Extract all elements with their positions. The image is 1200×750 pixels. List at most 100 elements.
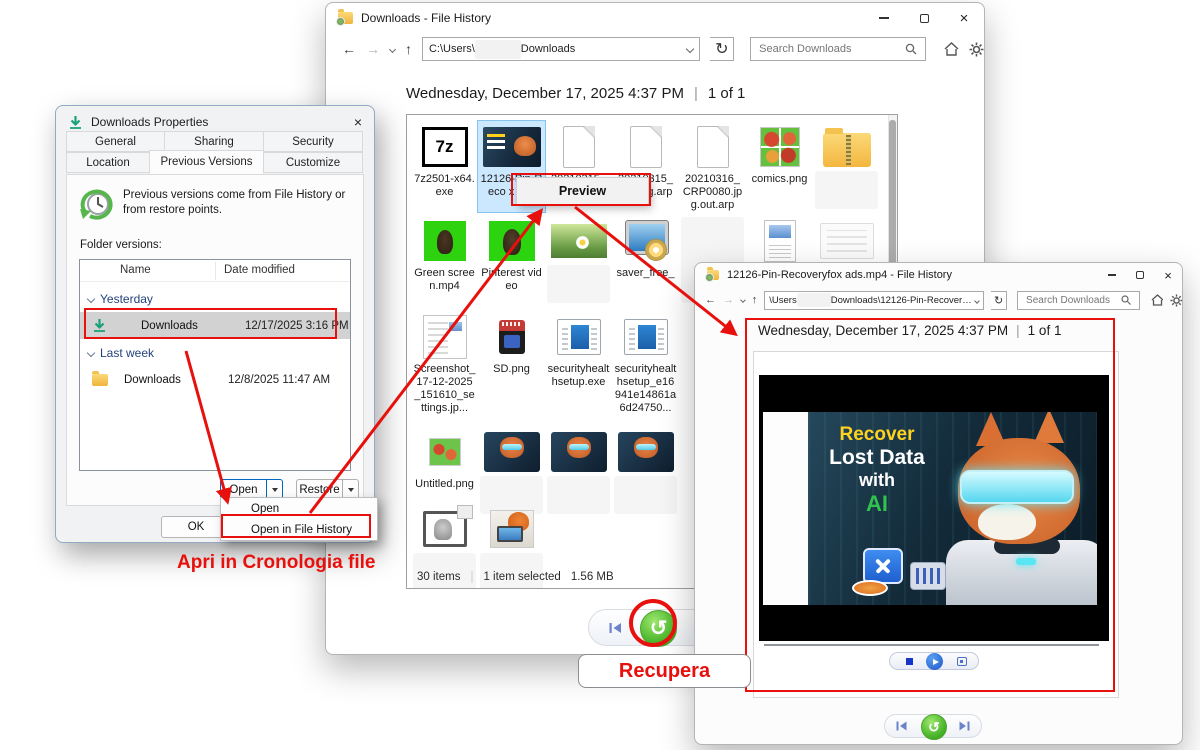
minimize-button[interactable] — [1098, 263, 1126, 287]
refresh-button[interactable]: ↻ — [710, 37, 735, 61]
file-item[interactable]: comics.png — [746, 121, 813, 212]
redaction-blur — [474, 39, 521, 59]
file-item[interactable]: 7z2501-x64.exe — [411, 121, 478, 212]
video-side-strip — [763, 412, 808, 605]
search-box[interactable]: Search Downloads — [1017, 290, 1141, 310]
up-icon[interactable]: ↑ — [405, 41, 412, 57]
status-selected-size: 1.56 MB — [570, 571, 614, 583]
version-row-yesterday[interactable]: Downloads 12/17/2025 3:16 PM — [80, 312, 350, 339]
play-button[interactable] — [926, 653, 943, 670]
previous-version-icon[interactable] — [896, 721, 907, 731]
close-button[interactable]: × — [944, 3, 984, 33]
greenscreen2-icon — [488, 221, 535, 261]
address-bar[interactable]: \Users Downloads\12126-Pin-Recoveryfox a… — [764, 290, 985, 310]
video-frame: Recover Lost Data with AI — [808, 412, 1097, 605]
downloads-icon — [70, 115, 81, 129]
tab-customize[interactable]: Customize — [263, 152, 363, 173]
restore-dropdown-icon[interactable] — [343, 487, 358, 492]
file-item[interactable] — [478, 503, 545, 588]
date-header: Wednesday, December 17, 2025 4:37 PM | 1… — [758, 323, 1061, 338]
home-icon[interactable] — [1151, 294, 1164, 306]
file-item[interactable]: Untitled.png — [411, 426, 478, 491]
group-last-week[interactable]: Last week — [86, 346, 154, 360]
date-text: Wednesday, December 17, 2025 4:37 PM — [758, 323, 1009, 338]
address-dropdown-icon[interactable] — [974, 297, 981, 304]
video-fox-icon — [482, 127, 541, 167]
installer-icon — [623, 220, 669, 261]
tab-general[interactable]: General — [66, 131, 165, 152]
preview-file-history-window: 12126-Pin-Recoveryfox ads.mp4 - File His… — [694, 262, 1183, 745]
file-item[interactable] — [612, 426, 679, 514]
seek-bar[interactable] — [764, 644, 1099, 646]
file-item[interactable]: 20210316_CRP0080.jpg.out.arp — [679, 121, 746, 212]
close-button[interactable]: × — [1154, 263, 1182, 287]
file-item[interactable]: saver_free_ — [612, 215, 679, 293]
redaction-blur — [547, 476, 610, 514]
file-item[interactable]: Screenshot_17-12-2025_151610_settings.jp… — [411, 311, 478, 415]
file-label: comics.png — [751, 173, 808, 185]
context-menu-preview[interactable]: Preview — [516, 177, 649, 205]
tab-sharing[interactable]: Sharing — [164, 131, 264, 152]
redaction-blur — [815, 171, 878, 209]
minimize-button[interactable] — [864, 3, 904, 33]
back-icon[interactable]: ← — [342, 41, 356, 57]
preview-menu-label: Preview — [558, 184, 607, 198]
file-item[interactable]: SD.png — [478, 311, 545, 415]
file-history-icon — [705, 267, 719, 282]
tab-security[interactable]: Security — [263, 131, 363, 152]
refresh-button[interactable]: ↻ — [991, 290, 1008, 310]
disc-icon — [852, 580, 888, 596]
file-item[interactable]: Pinterest video — [478, 215, 545, 293]
file-item[interactable]: securityhealthsetup.exe — [545, 311, 612, 415]
restore-button[interactable]: ↺ — [921, 714, 947, 740]
back-icon[interactable]: ← — [705, 294, 716, 306]
tab-location[interactable]: Location — [66, 152, 150, 173]
address-bar[interactable]: C:\Users\ Downloads — [421, 37, 701, 61]
settings-gear-icon[interactable] — [969, 42, 984, 57]
window-title: Downloads - File History — [361, 11, 492, 25]
address-dropdown-icon[interactable] — [686, 44, 695, 54]
file-item[interactable] — [478, 426, 545, 514]
dialog-close-icon[interactable]: × — [354, 114, 362, 130]
screenshot-icon — [422, 315, 467, 359]
previous-version-icon[interactable] — [609, 622, 622, 633]
status-divider: | — [470, 571, 474, 583]
open-dropdown-icon[interactable] — [267, 487, 282, 492]
popout-button[interactable] — [957, 657, 967, 666]
recent-locations-icon[interactable] — [388, 45, 396, 53]
settings-gear-icon[interactable] — [1170, 294, 1182, 307]
forward-icon[interactable]: → — [366, 41, 380, 57]
file-item[interactable] — [545, 215, 612, 303]
previous-versions-panel: Previous versions come from File History… — [66, 174, 364, 506]
menu-item-open-in-file-history[interactable]: Open in File History — [221, 519, 377, 540]
file-item[interactable] — [545, 426, 612, 514]
recent-locations-icon[interactable] — [740, 297, 746, 303]
video-controls — [889, 652, 979, 670]
version-date: 12/8/2025 11:47 AM — [228, 373, 331, 386]
search-icon — [905, 43, 917, 55]
maximize-button[interactable] — [1126, 263, 1154, 287]
file-item[interactable] — [411, 503, 478, 588]
file-item[interactable]: securityhealthsetup_e16941e14861a6d24750… — [612, 311, 679, 415]
next-version-icon[interactable] — [959, 721, 970, 731]
fox-icon — [483, 432, 540, 472]
forward-icon[interactable]: → — [723, 294, 734, 306]
restore-button[interactable]: ↺ — [640, 610, 677, 647]
version-row-last-week[interactable]: Downloads 12/8/2025 11:47 AM — [80, 366, 350, 393]
maximize-button[interactable] — [904, 3, 944, 33]
folder-versions-list[interactable]: Name Date modified Yesterday Downloads 1… — [79, 259, 351, 471]
home-icon[interactable] — [944, 42, 959, 56]
file-label: securityhealthsetup_e16941e14861a6d24750… — [614, 363, 677, 414]
up-icon[interactable]: ↑ — [752, 294, 758, 306]
tab-previous-versions[interactable]: Previous Versions — [149, 150, 264, 174]
column-name[interactable]: Name — [120, 264, 151, 276]
video-preview[interactable]: Recover Lost Data with AI — [759, 375, 1109, 641]
file-item[interactable] — [813, 121, 880, 212]
search-box[interactable]: Search Downloads — [750, 37, 927, 61]
fox-muzzle — [978, 504, 1036, 540]
file-item[interactable]: Green screen.mp4 — [411, 215, 478, 293]
group-yesterday[interactable]: Yesterday — [86, 292, 153, 306]
menu-item-open[interactable]: Open — [221, 498, 377, 519]
column-date-modified[interactable]: Date modified — [224, 264, 295, 276]
stop-button[interactable] — [906, 658, 913, 665]
